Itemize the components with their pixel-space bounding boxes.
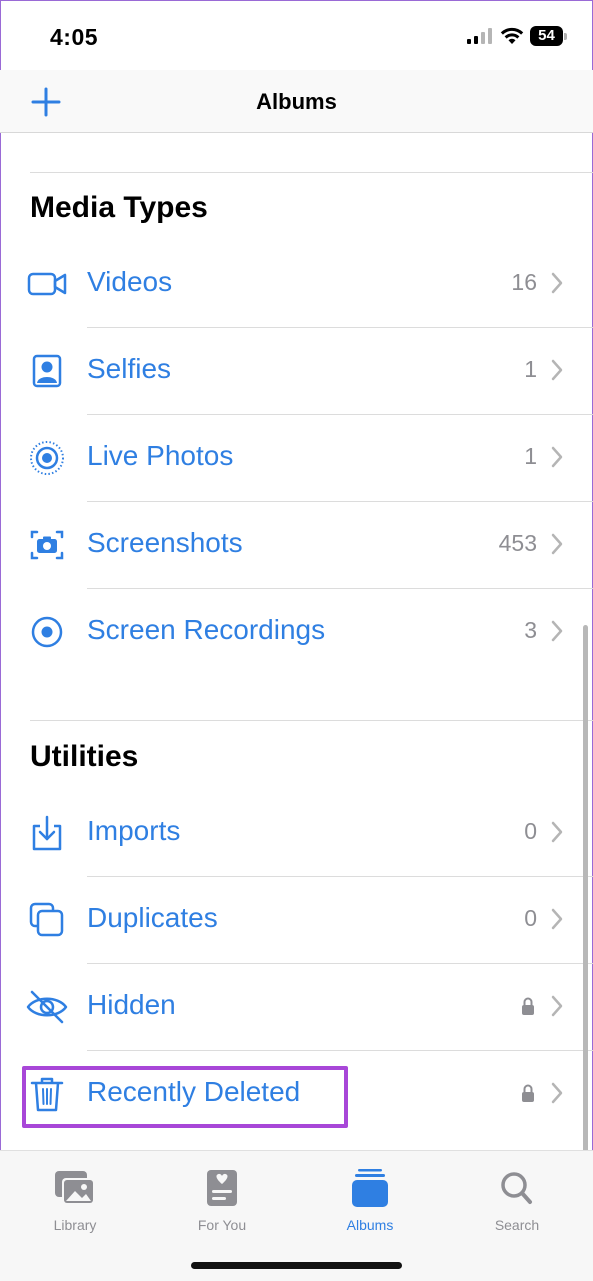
wifi-icon xyxy=(500,27,524,44)
row-count: 0 xyxy=(524,905,537,931)
row-screenshots[interactable]: Screenshots 453 xyxy=(0,502,593,589)
row-imports[interactable]: Imports 0 xyxy=(0,790,593,877)
import-icon xyxy=(32,815,62,851)
section-title-media-types: Media Types xyxy=(30,191,208,224)
highlight-annotation xyxy=(22,1066,348,1128)
screen-recording-icon xyxy=(31,616,63,648)
row-count: 3 xyxy=(524,617,537,643)
home-indicator[interactable] xyxy=(191,1262,402,1269)
tab-label: Albums xyxy=(346,1217,394,1233)
battery-icon: 54 xyxy=(530,26,568,46)
tab-label: Library xyxy=(53,1217,97,1233)
chevron-right-icon xyxy=(551,1082,563,1104)
lock-icon xyxy=(522,1084,534,1102)
row-label: Live Photos xyxy=(87,440,234,471)
tab-albums[interactable]: Albums xyxy=(310,1169,430,1239)
chevron-right-icon xyxy=(551,908,563,930)
lock-icon xyxy=(522,997,534,1015)
status-bar: 4:05 54 xyxy=(0,0,593,70)
section-divider xyxy=(30,720,593,721)
chevron-right-icon xyxy=(551,533,563,555)
row-label: Selfies xyxy=(87,353,172,384)
row-label: Imports xyxy=(87,815,181,846)
battery-level: 54 xyxy=(538,27,555,44)
status-time: 4:05 xyxy=(50,24,99,50)
row-label: Hidden xyxy=(87,989,176,1020)
tab-for-you[interactable]: For You xyxy=(162,1169,282,1239)
eye-slash-icon xyxy=(26,990,68,1024)
screenshot-icon xyxy=(30,530,64,560)
tab-library[interactable]: Library xyxy=(15,1169,135,1239)
search-icon xyxy=(501,1172,532,1204)
chevron-right-icon xyxy=(551,620,563,642)
row-count: 16 xyxy=(511,269,537,295)
live-photo-icon xyxy=(30,441,64,475)
row-live-photos[interactable]: Live Photos 1 xyxy=(0,415,593,502)
chevron-right-icon xyxy=(551,446,563,468)
row-videos[interactable]: Videos 16 xyxy=(0,241,593,328)
row-selfies[interactable]: Selfies 1 xyxy=(0,328,593,415)
photo-library-icon xyxy=(55,1171,95,1205)
tab-search[interactable]: Search xyxy=(457,1169,577,1239)
row-label: Screen Recordings xyxy=(87,614,326,645)
row-duplicates[interactable]: Duplicates 0 xyxy=(0,877,593,964)
video-icon xyxy=(27,272,67,296)
albums-icon xyxy=(352,1169,388,1207)
row-count: 1 xyxy=(524,443,537,469)
row-count: 0 xyxy=(524,818,537,844)
for-you-icon xyxy=(207,1170,237,1206)
row-label: Videos xyxy=(87,266,173,297)
navigation-bar: Albums xyxy=(0,70,593,133)
section-title-utilities: Utilities xyxy=(30,740,139,773)
tab-label: For You xyxy=(197,1217,247,1233)
chevron-right-icon xyxy=(551,359,563,381)
page-title: Albums xyxy=(256,89,337,114)
section-divider xyxy=(30,172,593,173)
scroll-indicator[interactable] xyxy=(583,625,588,1155)
row-screen-recordings[interactable]: Screen Recordings 3 xyxy=(0,589,593,676)
chevron-right-icon xyxy=(551,821,563,843)
row-count: 1 xyxy=(524,356,537,382)
row-count: 453 xyxy=(498,530,537,556)
row-label: Screenshots xyxy=(87,527,243,558)
duplicates-icon xyxy=(29,902,64,937)
selfie-icon xyxy=(32,354,62,388)
tab-label: Search xyxy=(494,1217,540,1233)
chevron-right-icon xyxy=(551,995,563,1017)
cellular-signal-icon xyxy=(467,28,492,44)
row-hidden[interactable]: Hidden xyxy=(0,964,593,1051)
row-label: Duplicates xyxy=(87,902,218,933)
chevron-right-icon xyxy=(551,272,563,294)
